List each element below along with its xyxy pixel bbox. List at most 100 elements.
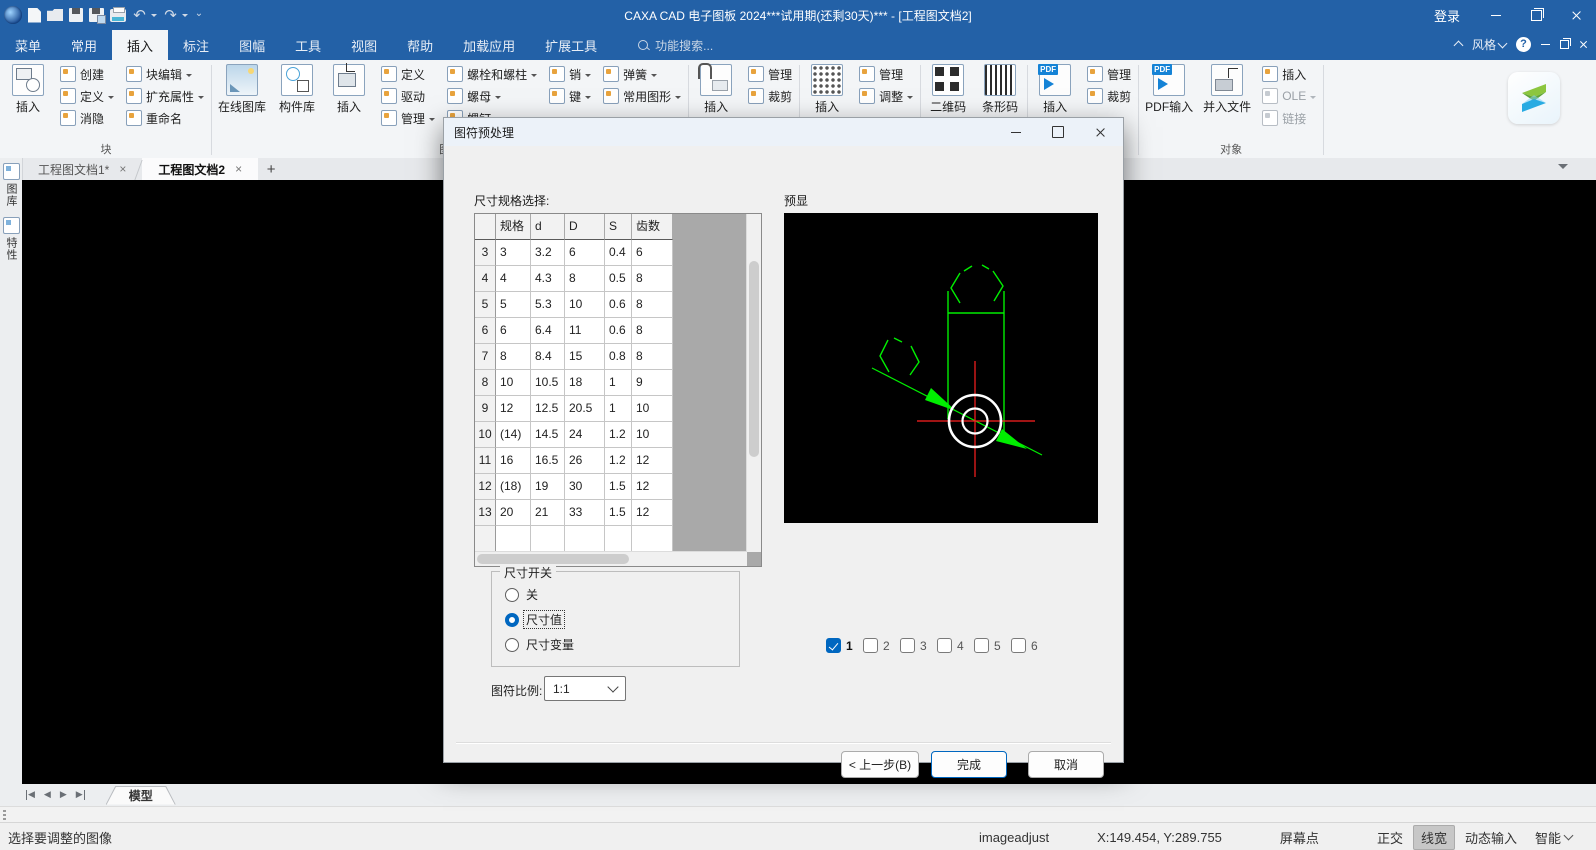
ribbon-item-common-shapes[interactable]: 常用图形: [599, 85, 685, 107]
menu-tab-8[interactable]: 帮助: [392, 30, 448, 60]
table-row[interactable]: 91212.520.5110: [475, 396, 747, 422]
ribbon-item-pin[interactable]: 销: [545, 63, 595, 85]
cell-5[interactable]: 6: [632, 240, 673, 266]
cell-4[interactable]: 0.8: [605, 344, 632, 370]
cell-0[interactable]: 12: [475, 474, 496, 500]
status-toggle-智能[interactable]: 智能: [1527, 825, 1580, 850]
save-icon[interactable]: [69, 8, 83, 22]
cell-1[interactable]: (14): [496, 422, 531, 448]
cell-1[interactable]: 12: [496, 396, 531, 422]
ribbon-item-picture-manage[interactable]: 管理: [744, 63, 796, 85]
ribbon-item-pdf-crop[interactable]: 裁剪: [1083, 85, 1135, 107]
table-row[interactable]: 132021331.512: [475, 500, 747, 526]
function-search[interactable]: 功能搜索...: [638, 30, 713, 60]
cell-5[interactable]: 8: [632, 266, 673, 292]
ribbon-item-ole[interactable]: OLE: [1258, 85, 1320, 107]
cell-0[interactable]: 4: [475, 266, 496, 292]
login-button[interactable]: 登录: [1418, 0, 1476, 30]
cell-0[interactable]: 10: [475, 422, 496, 448]
part-checkbox-1[interactable]: 1: [826, 638, 863, 653]
cell-2[interactable]: 3.2: [531, 240, 565, 266]
doc-tab-1[interactable]: 工程图文档1*×: [22, 158, 142, 180]
new-file-icon[interactable]: [28, 8, 41, 23]
cell-5[interactable]: [632, 526, 673, 552]
cell-3[interactable]: 26: [565, 448, 605, 474]
cell-3[interactable]: [565, 526, 605, 552]
cell-1[interactable]: 10: [496, 370, 531, 396]
menu-tab-5[interactable]: 图幅: [224, 30, 280, 60]
close-tab-icon[interactable]: ×: [235, 162, 242, 176]
cell-0[interactable]: 6: [475, 318, 496, 344]
cell-3[interactable]: 20.5: [565, 396, 605, 422]
grip-handle-icon[interactable]: [3, 810, 6, 820]
menu-tab-1[interactable]: 菜单: [0, 30, 56, 60]
ribbon-item-rename[interactable]: 重命名: [122, 107, 208, 129]
ribbon-item-key[interactable]: 键: [545, 85, 595, 107]
cell-5[interactable]: 12: [632, 474, 673, 500]
ribbon-button-pdf-insert[interactable]: PDF插入: [1029, 62, 1081, 117]
cell-1[interactable]: 3: [496, 240, 531, 266]
radio-option-3[interactable]: 尺寸变量: [505, 636, 576, 653]
status-toggle-正交[interactable]: 正交: [1369, 825, 1411, 850]
menu-tab-2[interactable]: 常用: [56, 30, 112, 60]
table-row[interactable]: 555.3100.68: [475, 292, 747, 318]
cell-5[interactable]: 8: [632, 292, 673, 318]
cell-5[interactable]: 8: [632, 318, 673, 344]
cell-2[interactable]: 14.5: [531, 422, 565, 448]
ribbon-item-block-edit[interactable]: 块编辑: [122, 63, 208, 85]
doc-restore-icon[interactable]: [1560, 40, 1569, 49]
ribbon-button-picture-insert[interactable]: 插入: [690, 62, 742, 117]
undo-icon[interactable]: ↶: [132, 8, 147, 23]
style-button[interactable]: 风格: [1472, 36, 1506, 53]
cell-2[interactable]: 12.5: [531, 396, 565, 422]
ribbon-item-nut[interactable]: 螺母: [443, 85, 541, 107]
side-panel-properties[interactable]: 特性: [3, 214, 20, 264]
ribbon-item-block-hide[interactable]: 消隐: [56, 107, 118, 129]
cell-3[interactable]: 18: [565, 370, 605, 396]
part-checkbox-2[interactable]: 2: [863, 638, 900, 653]
cell-0[interactable]: 9: [475, 396, 496, 422]
cell-2[interactable]: 5.3: [531, 292, 565, 318]
ribbon-button-symbol-insert[interactable]: 插入: [323, 62, 375, 117]
cell-4[interactable]: [605, 526, 632, 552]
cell-5[interactable]: 12: [632, 500, 673, 526]
radio-option-2[interactable]: 尺寸值: [505, 611, 576, 628]
cell-4[interactable]: 1.2: [605, 422, 632, 448]
tab-list-dropdown-icon[interactable]: [1558, 164, 1568, 174]
dropdown-arrow-icon[interactable]: [182, 14, 188, 20]
command-strip[interactable]: [0, 806, 1596, 823]
part-checkbox-6[interactable]: 6: [1011, 638, 1048, 653]
redo-icon[interactable]: ↷: [163, 8, 178, 23]
status-toggle-线宽[interactable]: 线宽: [1413, 825, 1455, 850]
cell-4[interactable]: 1: [605, 396, 632, 422]
doc-tab-2[interactable]: 工程图文档2×: [142, 158, 258, 180]
cell-0[interactable]: 11: [475, 448, 496, 474]
table-row[interactable]: 666.4110.68: [475, 318, 747, 344]
cell-4[interactable]: 0.6: [605, 318, 632, 344]
part-checkbox-4[interactable]: 4: [937, 638, 974, 653]
doc-minimize-icon[interactable]: [1541, 44, 1550, 45]
cell-4[interactable]: 0.5: [605, 266, 632, 292]
cell-5[interactable]: 10: [632, 422, 673, 448]
cell-1[interactable]: 20: [496, 500, 531, 526]
ribbon-button-merge-file[interactable]: 并入文件: [1198, 62, 1256, 117]
cell-0[interactable]: 8: [475, 370, 496, 396]
cell-2[interactable]: 16.5: [531, 448, 565, 474]
menu-tab-3[interactable]: 插入: [112, 30, 168, 60]
table-row[interactable]: 111616.5261.212: [475, 448, 747, 474]
cell-1[interactable]: 8: [496, 344, 531, 370]
ribbon-item-spring[interactable]: 弹簧: [599, 63, 685, 85]
help-icon[interactable]: ?: [1516, 37, 1531, 52]
ribbon-item-symbol-manage[interactable]: 管理: [377, 107, 439, 129]
minimize-button[interactable]: [1476, 0, 1516, 30]
cell-5[interactable]: 9: [632, 370, 673, 396]
cell-2[interactable]: [531, 526, 565, 552]
cell-5[interactable]: 10: [632, 396, 673, 422]
table-row[interactable]: 12(18)19301.512: [475, 474, 747, 500]
dialog-minimize-button[interactable]: [995, 118, 1037, 146]
customize-icon[interactable]: ⌄: [194, 8, 204, 23]
dialog-title-bar[interactable]: 图符预处理: [444, 118, 1123, 146]
header-cell-5[interactable]: 齿数: [632, 214, 673, 240]
first-sheet-button[interactable]: ◀: [26, 790, 35, 800]
ribbon-item-symbol-drive[interactable]: 驱动: [377, 85, 439, 107]
